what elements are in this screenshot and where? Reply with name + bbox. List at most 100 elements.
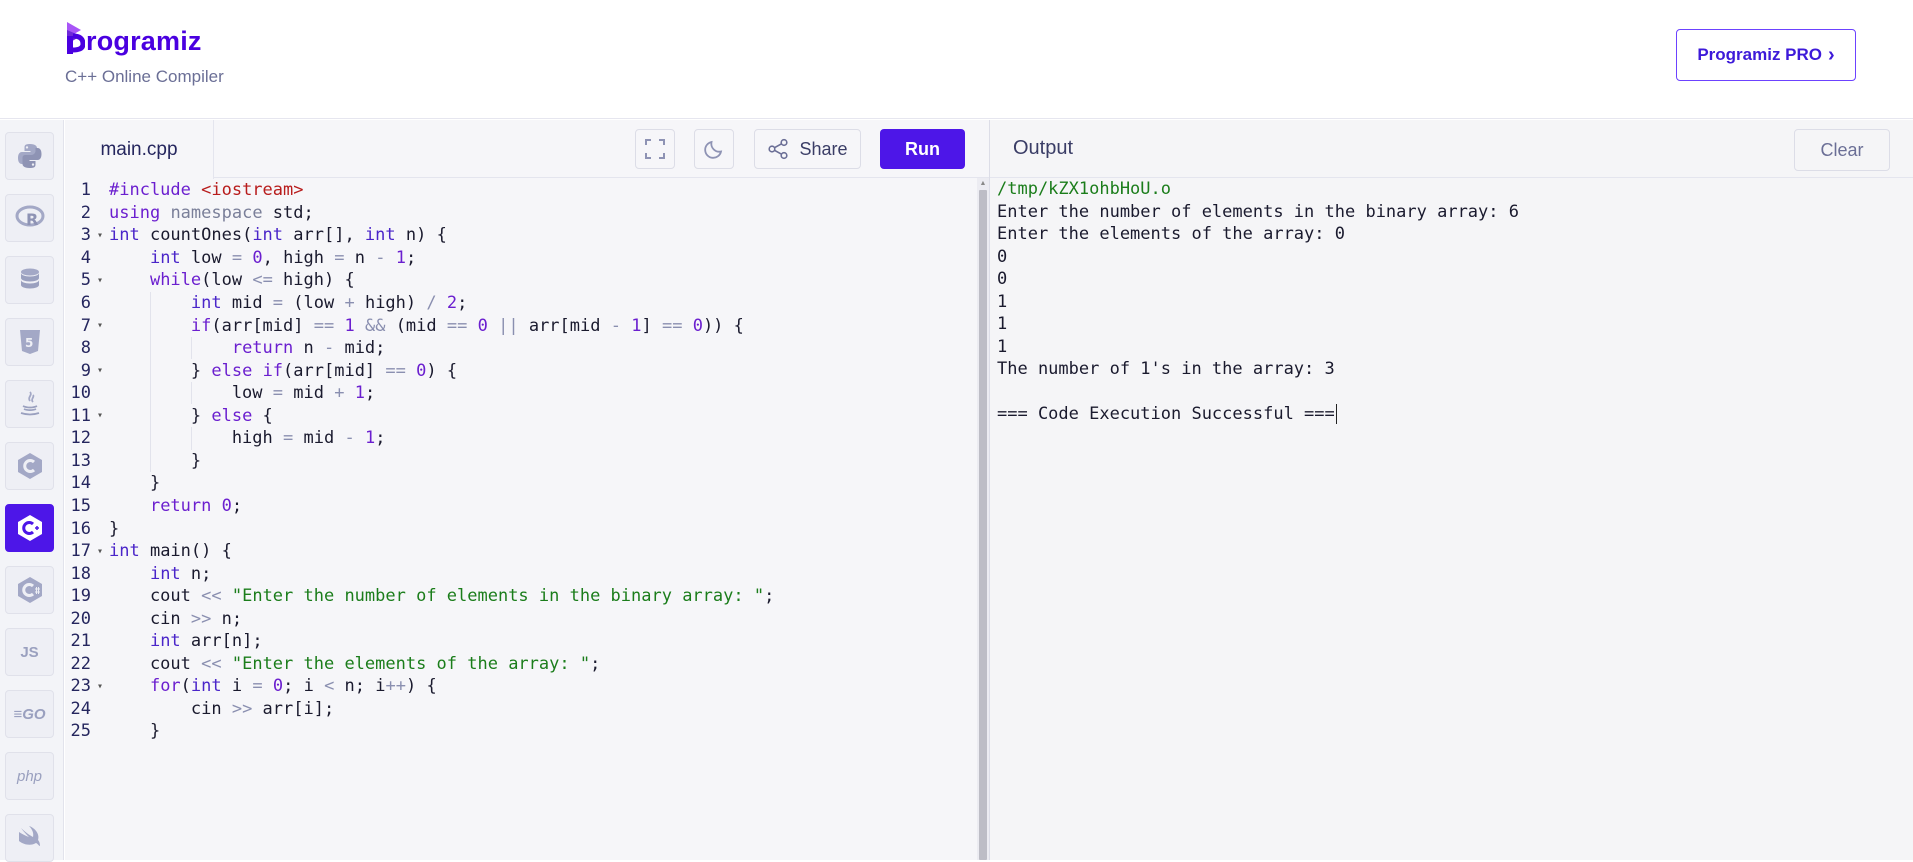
fold-arrow-icon[interactable]: ▾ [91, 681, 109, 692]
code-line[interactable]: 9 ▾ } else if(arr[mid] == 0) { [65, 359, 977, 382]
line-number: 20 [70, 608, 91, 629]
run-button[interactable]: Run [880, 129, 965, 169]
code-line[interactable]: 2 using namespace std; [65, 202, 977, 225]
code-line[interactable]: 1 #include <iostream> [65, 179, 977, 202]
line-number: 23 [70, 676, 91, 697]
sidebar-item-php[interactable]: php [5, 752, 54, 800]
fold-arrow-icon[interactable]: ▾ [91, 275, 109, 286]
sidebar-item-html[interactable]: 5 [5, 318, 54, 366]
fullscreen-button[interactable] [635, 129, 675, 169]
line-number: 19 [70, 586, 91, 607]
scroll-up-arrow-icon[interactable]: ▲ [978, 180, 988, 188]
indent-guide [191, 381, 192, 405]
sidebar-item-swift[interactable] [5, 814, 54, 862]
code-line[interactable]: 15 return 0; [65, 495, 977, 518]
file-tab-main-cpp[interactable]: main.cpp [65, 120, 214, 179]
app-header: rogramiz C++ Online Compiler Programiz P… [0, 0, 1913, 119]
line-number: 8 [80, 338, 91, 359]
code-line[interactable]: 17 ▾ int main() { [65, 540, 977, 563]
code-text: cin >> arr[i]; [109, 698, 335, 719]
code-line[interactable]: 20 cin >> n; [65, 607, 977, 630]
code-line[interactable]: 12 high = mid - 1; [65, 427, 977, 450]
output-console[interactable]: /tmp/kZX1ohbHoU.o Enter the number of ele… [997, 178, 1897, 426]
code-line[interactable]: 18 int n; [65, 562, 977, 585]
fold-arrow-icon[interactable]: ▾ [91, 320, 109, 331]
output-header: Output Clear [990, 120, 1913, 178]
sidebar-item-csharp[interactable] [5, 566, 54, 614]
share-button-label: Share [799, 138, 848, 159]
code-text: int n; [149, 563, 212, 584]
code-line[interactable]: 13 } [65, 450, 977, 473]
code-line[interactable]: 22 cout << "Enter the elements of the ar… [65, 653, 977, 676]
code-line[interactable]: 19 cout << "Enter the number of elements… [65, 585, 977, 608]
code-text: cin >> n; [109, 608, 243, 629]
output-path: /tmp/kZX1ohbHoU.o [997, 179, 1171, 199]
code-text: int countOnes(int arr[], int n) { [109, 225, 447, 246]
code-editor[interactable]: 1 #include <iostream> 2 using namespace std… [65, 178, 977, 860]
clear-button[interactable]: Clear [1794, 129, 1890, 171]
share-button[interactable]: Share [754, 129, 861, 169]
sidebar-item-c[interactable] [5, 442, 54, 490]
code-text: while(low <= high) { [149, 270, 355, 291]
editor-scrollbar-thumb[interactable] [979, 190, 987, 860]
python-icon [17, 144, 41, 168]
programiz-logo[interactable]: rogramiz [65, 22, 202, 56]
code-line[interactable]: 21 int arr[n]; [65, 630, 977, 653]
logo-text: rogramiz [86, 26, 202, 56]
php-icon: php [16, 767, 43, 785]
output-line: The number of 1's in the array: 3 [997, 359, 1335, 379]
code-line[interactable]: 10 low = mid + 1; [65, 382, 977, 405]
code-line[interactable]: 25 } [65, 720, 977, 743]
code-line[interactable]: 24 cin >> arr[i]; [65, 698, 977, 721]
sidebar-item-java[interactable] [5, 380, 54, 428]
go-icon: ≡GO [13, 705, 46, 723]
code-line[interactable]: 14 } [65, 472, 977, 495]
sql-icon [20, 268, 39, 289]
code-line[interactable]: 16} [65, 517, 977, 540]
line-number: 24 [70, 698, 91, 719]
sidebar-item-js[interactable]: JS [5, 628, 54, 676]
fold-arrow-icon[interactable]: ▾ [91, 546, 109, 557]
code-line[interactable]: 6 int mid = (low + high) / 2; [65, 292, 977, 315]
sidebar-item-r[interactable]: R [5, 194, 54, 242]
line-number: 25 [70, 721, 91, 742]
java-icon [20, 391, 39, 416]
chevron-right-icon: › [1828, 43, 1835, 66]
fold-arrow-icon[interactable]: ▾ [91, 365, 109, 376]
output-line: 1 [997, 314, 1008, 334]
output-line: Enter the number of elements in the bina… [997, 201, 1519, 222]
code-line[interactable]: 7 ▾ if(arr[mid] == 1 && (mid == 0 || arr[… [65, 314, 977, 337]
code-line[interactable]: 4 int low = 0, high = n - 1; [65, 247, 977, 270]
dark-mode-button[interactable] [694, 129, 734, 169]
code-text: int arr[n]; [149, 631, 263, 652]
fold-arrow-icon[interactable]: ▾ [91, 230, 109, 241]
swift-icon [18, 826, 40, 846]
line-number: 1 [80, 180, 91, 201]
code-line[interactable]: 11 ▾ } else { [65, 405, 977, 428]
code-line[interactable]: 23 ▾ for(int i = 0; i < n; i++) { [65, 675, 977, 698]
output-title: Output [1013, 137, 1074, 159]
sidebar-item-cpp[interactable] [5, 504, 54, 552]
sidebar-item-sql[interactable] [5, 256, 54, 304]
svg-text:5: 5 [25, 336, 33, 350]
line-number: 10 [70, 383, 91, 404]
code-text: for(int i = 0; i < n; i++) { [149, 676, 437, 697]
fullscreen-icon [645, 139, 665, 159]
code-text: cout << "Enter the elements of the array… [109, 653, 601, 674]
programiz-pro-button[interactable]: Programiz PRO › [1676, 29, 1856, 81]
output-line: === Code Execution Successful === [997, 403, 1897, 426]
fold-arrow-icon[interactable]: ▾ [91, 410, 109, 421]
sidebar-item-python[interactable] [5, 132, 54, 180]
sidebar-item-go[interactable]: ≡GO [5, 690, 54, 738]
line-number: 16 [70, 518, 91, 539]
code-line[interactable]: 3 ▾ int countOnes(int arr[], int n) { [65, 224, 977, 247]
indent-guide [191, 336, 192, 360]
code-text: return 0; [149, 495, 243, 516]
code-text: int low = 0, high = n - 1; [149, 247, 417, 268]
code-line[interactable]: 5 ▾ while(low <= high) { [65, 269, 977, 292]
line-number: 22 [70, 653, 91, 674]
code-text: } [109, 450, 202, 471]
code-line[interactable]: 8 return n - mid; [65, 337, 977, 360]
html5-icon: 5 [19, 330, 40, 354]
